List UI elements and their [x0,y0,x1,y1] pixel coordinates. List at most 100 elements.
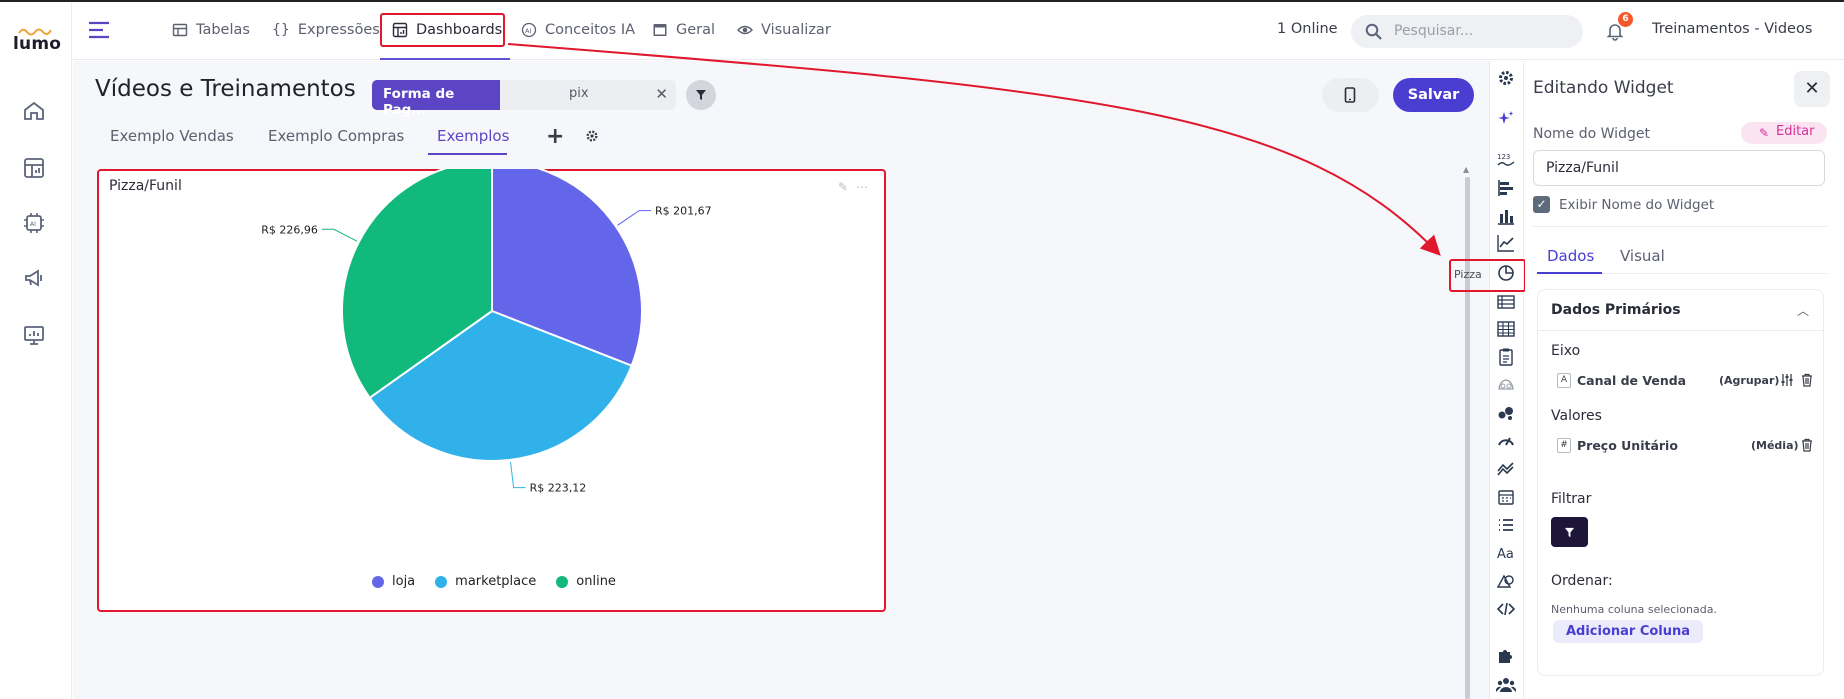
home-icon[interactable] [22,99,46,123]
tab-visual[interactable]: Visual [1620,247,1665,265]
values-field-name: Preço Unitário [1577,438,1678,453]
trash-icon[interactable] [1800,373,1814,387]
legend-label: marketplace [455,574,537,589]
legend-swatch [435,575,448,588]
values-field-row[interactable]: # Preço Unitário (Média) [1557,437,1819,455]
tab-dados[interactable]: Dados [1547,247,1594,265]
widget-name-label: Nome do Widget [1533,126,1650,142]
nav-label: Tabelas [196,22,250,38]
bar-chart-icon[interactable] [1496,206,1516,226]
users-icon[interactable] [1496,675,1516,695]
pie-data-label: R$ 223,12 [530,482,587,495]
section-title: Dados Primários [1551,302,1681,318]
map-chart-icon[interactable] [1496,375,1516,395]
shapes-icon[interactable] [1496,571,1516,591]
nav-visualizar[interactable]: Visualizar [737,19,831,41]
tab-exemplo-compras[interactable]: Exemplo Compras [268,127,404,145]
filter-button[interactable] [686,80,716,110]
show-name-checkbox[interactable]: ✓ [1533,196,1550,213]
divider [1533,226,1827,227]
svg-text:123: 123 [1497,153,1510,161]
pie-chart: R$ 201,67 R$ 223,12 R$ 226,96 [261,169,712,495]
clipboard-icon[interactable] [1496,347,1516,367]
horizontal-bar-chart-icon[interactable] [1496,178,1516,198]
logo[interactable]: lumo [13,34,61,54]
add-column-button[interactable]: Adicionar Coluna [1553,620,1703,643]
axis-field-aggregation[interactable]: (Agrupar) [1719,374,1779,387]
number-kpi-icon[interactable]: 123 [1496,150,1516,170]
nav-conceitos-ia[interactable]: AI Conceitos IA [521,19,635,41]
ai-chip-icon[interactable]: AI [22,211,46,235]
nav-label: Dashboards [416,22,503,38]
text-icon[interactable]: Aa [1496,543,1516,563]
add-tab-icon[interactable]: + [546,124,564,149]
save-button[interactable]: Salvar [1393,78,1474,112]
nav-label: Visualizar [761,22,831,38]
legend-item[interactable]: loja [372,574,415,589]
funnel-icon [696,90,706,100]
presentation-icon[interactable] [22,323,46,347]
list-table-icon[interactable] [1496,292,1516,312]
tab-exemplo-vendas[interactable]: Exemplo Vendas [110,127,234,145]
gauge-icon[interactable] [1496,430,1516,450]
legend-label: online [576,574,616,589]
pie-chart-icon[interactable] [1496,263,1516,283]
code-icon[interactable] [1496,599,1516,619]
table-chart-icon[interactable] [22,156,46,180]
funnel-icon [1564,527,1575,538]
gear-icon[interactable] [1496,68,1516,88]
edit-label: Editar [1776,124,1815,139]
filter-chip-label[interactable]: Forma de Pag... [372,80,500,118]
workspace-name[interactable]: Treinamentos - Videos [1652,21,1812,37]
close-icon[interactable]: ✕ [1794,71,1830,107]
edit-button[interactable]: ✎ Editar [1741,122,1827,144]
nav-label: Expressões [297,22,380,38]
calendar-icon[interactable] [1496,487,1516,507]
no-column-text: Nenhuma coluna selecionada. [1551,603,1717,616]
braces-icon: {} [272,22,290,38]
search-input[interactable]: Pesquisar... [1351,15,1583,48]
panel-tab-indicator [1537,272,1602,274]
nav-geral[interactable]: Geral [652,19,715,41]
mobile-view-button[interactable] [1322,78,1379,112]
sliders-icon[interactable] [1780,373,1794,387]
table-icon [172,23,188,37]
app-frame: lumo AI Tabelas {} Expressões Dashboards… [0,0,1844,699]
grid-table-icon[interactable] [1496,319,1516,339]
nav-dashboards[interactable]: Dashboards [392,19,502,41]
axis-field-row[interactable]: A Canal de Venda (Agrupar) [1557,372,1819,390]
list-icon[interactable] [1496,515,1516,535]
legend-item[interactable]: online [556,574,616,589]
phone-icon [1344,87,1356,103]
scrollbar-thumb[interactable] [1465,177,1470,699]
widget-name-input[interactable]: Pizza/Funil [1533,150,1825,186]
scroll-up-icon[interactable]: ▲ [1463,165,1469,174]
sparkles-icon[interactable] [1496,108,1516,128]
ai-icon: AI [521,22,537,38]
show-name-label[interactable]: Exibir Nome do Widget [1559,197,1714,213]
filter-value: pix [569,86,589,101]
bubble-chart-icon[interactable] [1496,403,1516,423]
tab-settings-gear-icon[interactable] [585,129,599,143]
text-type-icon: A [1557,373,1571,388]
nav-tabelas[interactable]: Tabelas [172,19,250,41]
pie-data-label: R$ 226,96 [261,223,318,236]
megaphone-icon[interactable] [22,266,46,290]
nav-expressoes[interactable]: {} Expressões [272,19,380,41]
search-icon [1365,23,1382,40]
canvas-scrollbar[interactable]: ▲ [1462,163,1472,699]
page-title: Vídeos e Treinamentos [95,76,356,102]
line-chart-icon[interactable] [1496,233,1516,253]
trash-icon[interactable] [1800,438,1814,452]
clear-filter-icon[interactable]: ✕ [655,85,668,103]
menu-icon[interactable] [88,21,110,39]
filter-chip-value[interactable]: pix ✕ [500,80,676,110]
area-chart-icon[interactable] [1496,458,1516,478]
chevron-up-icon[interactable]: ︿ [1797,302,1809,319]
puzzle-icon[interactable] [1496,646,1516,666]
tab-exemplos[interactable]: Exemplos [437,127,509,145]
legend-item[interactable]: marketplace [435,574,536,589]
add-filter-button[interactable] [1551,517,1588,547]
legend-swatch [372,575,384,588]
values-field-aggregation[interactable]: (Média) [1751,439,1799,452]
